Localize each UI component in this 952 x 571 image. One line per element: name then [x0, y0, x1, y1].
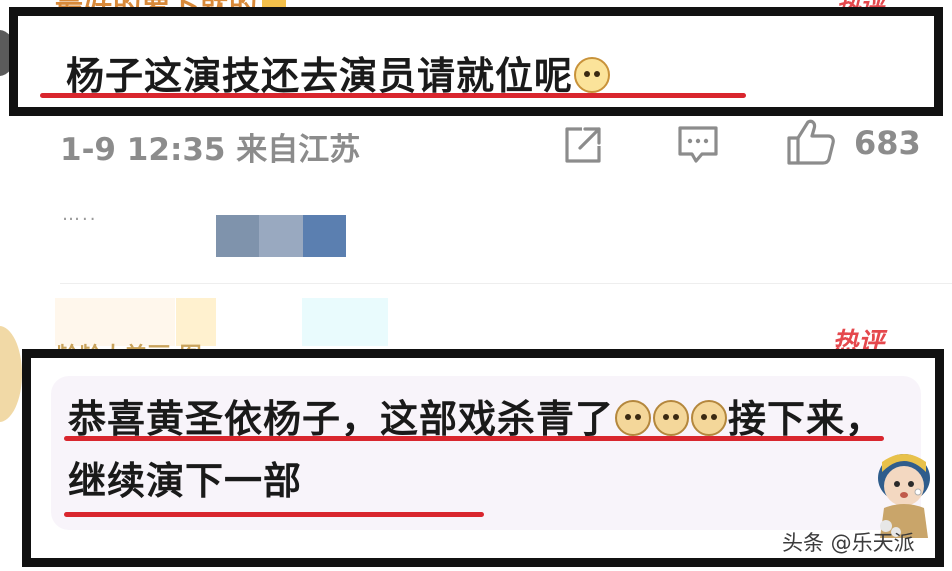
- shushing-face-emoji-icon: [574, 57, 611, 93]
- like-count: 683: [854, 124, 921, 162]
- blurred-region: [302, 298, 388, 346]
- mosaic-tile: [259, 215, 303, 257]
- divider: [60, 283, 952, 284]
- comment-text: 恭喜黄圣依杨子，这部戏杀青了 接下来，继续演下一部: [68, 397, 885, 503]
- comment-time-location: 1-9 12:35 来自江苏: [60, 132, 361, 168]
- avatar[interactable]: [0, 326, 22, 422]
- comment-icon[interactable]: [676, 124, 720, 166]
- doge-emoji-icon: [691, 400, 728, 436]
- mosaic-blur: [216, 215, 346, 257]
- share-icon[interactable]: [562, 124, 604, 166]
- watermark: 头条 @乐天派: [782, 531, 915, 555]
- red-underline: [64, 512, 484, 517]
- mosaic-tile: [216, 215, 260, 257]
- reply-ellipsis: …..: [62, 204, 98, 225]
- mosaic-tile: [302, 215, 346, 257]
- like-icon[interactable]: [786, 118, 836, 166]
- doge-emoji-icon: [653, 400, 690, 436]
- red-underline: [40, 93, 746, 98]
- doge-emoji-icon: [615, 400, 652, 436]
- red-underline: [64, 436, 884, 441]
- highlight-box-comment-1: 杨子这演技还去演员请就位呢: [9, 7, 943, 116]
